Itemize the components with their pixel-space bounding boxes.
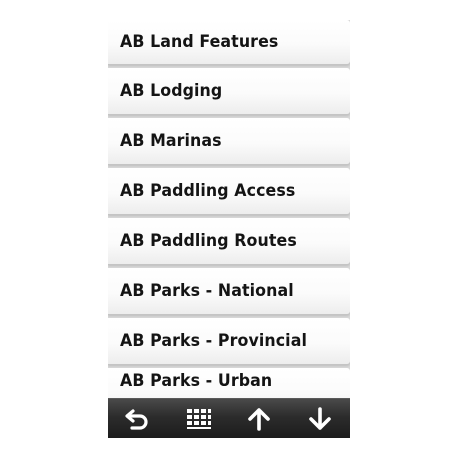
list-item[interactable]: AB Parks - Provincial xyxy=(108,318,350,364)
back-button[interactable] xyxy=(112,401,164,437)
list-grid-icon xyxy=(186,408,212,430)
arrow-up-icon xyxy=(247,407,271,431)
list-view-button[interactable] xyxy=(173,401,225,437)
category-list[interactable]: AB Land Features AB Lodging AB Marinas A… xyxy=(108,20,350,398)
list-item[interactable]: AB Marinas xyxy=(108,118,350,164)
list-item[interactable]: AB Paddling Access xyxy=(108,168,350,214)
list-item-label: AB Paddling Routes xyxy=(120,231,297,251)
list-item[interactable]: AB Lodging xyxy=(108,68,350,114)
list-item[interactable]: AB Parks - National xyxy=(108,268,350,314)
list-item-label: AB Parks - National xyxy=(120,281,294,301)
bottom-toolbar xyxy=(108,398,350,438)
scroll-down-button[interactable] xyxy=(294,401,346,437)
list-item-label: AB Parks - Urban xyxy=(120,371,273,391)
list-item[interactable]: AB Parks - Urban xyxy=(108,368,350,398)
list-item-label: AB Paddling Access xyxy=(120,181,296,201)
category-list-screen: AB Land Features AB Lodging AB Marinas A… xyxy=(108,20,350,398)
list-item-label: AB Land Features xyxy=(120,32,279,52)
list-item-label: AB Parks - Provincial xyxy=(120,331,307,351)
back-arrow-icon xyxy=(125,407,151,431)
list-item-label: AB Marinas xyxy=(120,131,222,151)
list-item-label: AB Lodging xyxy=(120,81,223,101)
scroll-up-button[interactable] xyxy=(233,401,285,437)
list-item[interactable]: AB Paddling Routes xyxy=(108,218,350,264)
list-item[interactable]: AB Land Features xyxy=(108,20,350,64)
device-frame: AB Land Features AB Lodging AB Marinas A… xyxy=(108,20,350,438)
arrow-down-icon xyxy=(308,406,332,431)
